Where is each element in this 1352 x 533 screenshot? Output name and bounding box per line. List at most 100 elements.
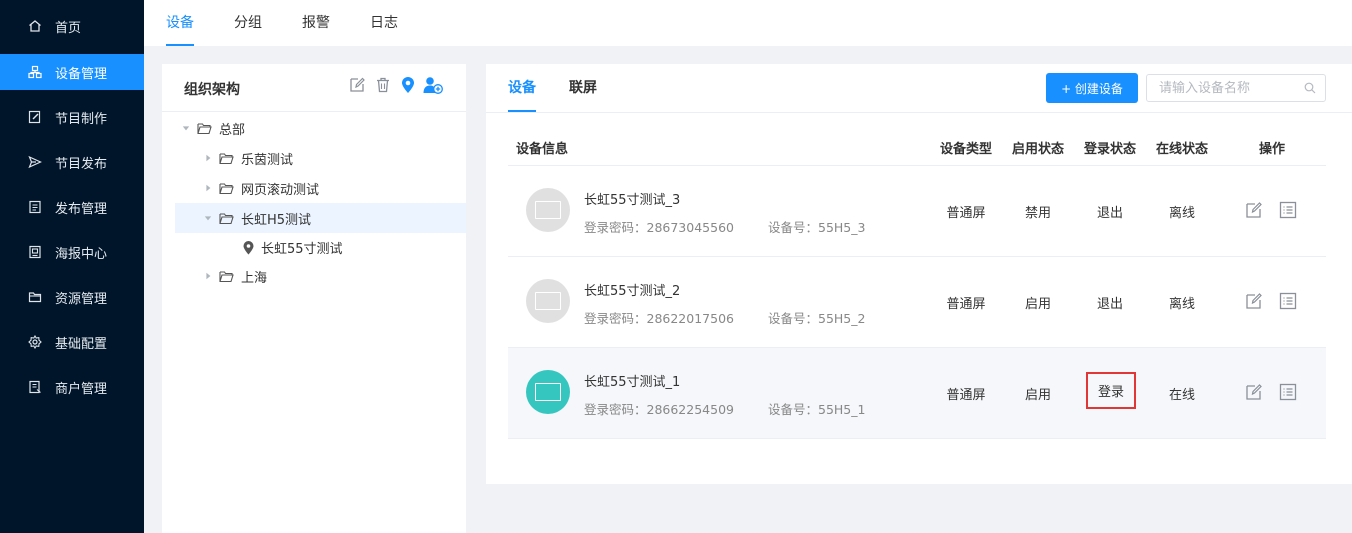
sidebar-item-publish-manage[interactable]: 发布管理: [0, 189, 144, 225]
device-avatar: [526, 279, 570, 323]
sidebar-item-merchants[interactable]: 商户管理: [0, 369, 144, 405]
divider: [486, 112, 1352, 113]
tree-node-label: 长虹H5测试: [241, 212, 312, 228]
sidebar-item-program-create[interactable]: 节目制作: [0, 99, 144, 135]
column-header-type: 设备类型: [940, 142, 993, 157]
caret-down-icon[interactable]: [181, 123, 191, 133]
sidebar-item-basic-config[interactable]: 基础配置: [0, 324, 144, 360]
subtab-devices[interactable]: 设备: [508, 64, 536, 112]
org-panel: 组织架构 总部 乐茵测试 网页滚动测试 长虹H5测试 长虹55寸测试 上海: [162, 64, 466, 533]
sidebar-item-label: 节目制作: [55, 111, 108, 127]
device-type: 普通屏: [946, 388, 986, 403]
column-header-enable: 启用状态: [1012, 142, 1065, 157]
edit-icon[interactable]: [1244, 291, 1264, 311]
enable-status: 启用: [1024, 388, 1051, 403]
sidebar-item-resources[interactable]: 资源管理: [0, 279, 144, 315]
sidebar-item-program-publish[interactable]: 节目发布: [0, 144, 144, 180]
device-password: 登录密码：28673045560: [584, 220, 734, 235]
sidebar-item-label: 资源管理: [55, 291, 108, 307]
tree-node-label: 乐茵测试: [241, 152, 294, 168]
enable-status: 启用: [1024, 297, 1051, 312]
login-status: 退出: [1096, 297, 1123, 312]
online-status: 在线: [1168, 388, 1195, 403]
edit-icon: [28, 110, 42, 124]
caret-right-icon[interactable]: [203, 183, 213, 193]
online-status: 离线: [1168, 297, 1195, 312]
column-header-online: 在线状态: [1156, 142, 1209, 157]
search-icon[interactable]: [1304, 82, 1316, 94]
tab-groups[interactable]: 分组: [234, 0, 262, 46]
tree-node-label: 总部: [219, 122, 246, 138]
caret-right-icon[interactable]: [203, 271, 213, 281]
device-panel: 设备 联屏 + 创建设备 设备信息 设备类型 启用状态 登录状态 在线状态 操作…: [486, 64, 1352, 484]
sidebar-item-label: 设备管理: [55, 66, 108, 82]
details-icon[interactable]: [1278, 382, 1298, 402]
device-password: 登录密码：28662254509: [584, 402, 734, 417]
column-header-login: 登录状态: [1084, 142, 1137, 157]
location-pin-icon: [242, 240, 255, 255]
subtab-video-wall[interactable]: 联屏: [569, 64, 597, 112]
create-device-button[interactable]: + 创建设备: [1046, 73, 1138, 103]
caret-right-icon[interactable]: [203, 153, 213, 163]
details-icon[interactable]: [1278, 200, 1298, 220]
sidebar-item-label: 发布管理: [55, 201, 108, 217]
org-header: 组织架构: [162, 64, 466, 112]
merchant-icon: [28, 380, 42, 394]
tree-node-hq[interactable]: 总部: [175, 113, 466, 143]
add-user-icon[interactable]: [423, 76, 443, 94]
online-status: 离线: [1168, 206, 1195, 221]
details-icon[interactable]: [1278, 291, 1298, 311]
edit-icon[interactable]: [1244, 382, 1264, 402]
screen-icon: [535, 201, 561, 219]
top-tab-bar: 设备 分组 报警 日志: [144, 0, 1352, 46]
sidebar-item-devices[interactable]: 设备管理: [0, 54, 144, 90]
sidebar-item-label: 节目发布: [55, 156, 108, 172]
tree-node-label: 长虹55寸测试: [261, 241, 343, 257]
devices-icon: [28, 65, 42, 79]
tree-node-shanghai[interactable]: 上海: [175, 261, 466, 291]
column-header-info: 设备信息: [516, 142, 569, 157]
device-avatar: [526, 370, 570, 414]
screen-icon: [535, 383, 561, 401]
edit-icon[interactable]: [1244, 200, 1264, 220]
sidebar-item-home[interactable]: 首页: [0, 8, 144, 44]
sidebar-item-label: 海报中心: [55, 246, 108, 262]
tree-node-changhong-55[interactable]: 长虹55寸测试: [175, 232, 466, 262]
gear-icon: [28, 335, 42, 349]
folder-open-icon: [197, 122, 212, 135]
sidebar-item-label: 首页: [55, 20, 82, 36]
sidebar-item-label: 商户管理: [55, 381, 108, 397]
tree-node-web-scroll[interactable]: 网页滚动测试: [175, 173, 466, 203]
folder-open-icon: [219, 152, 234, 165]
device-number: 设备号：55H5_2: [768, 311, 866, 326]
tree-node-changhong-h5[interactable]: 长虹H5测试: [175, 203, 466, 233]
sidebar-item-label: 基础配置: [55, 336, 108, 352]
table-row[interactable]: 长虹55寸测试_1 登录密码：28662254509 设备号：55H5_1 普通…: [508, 348, 1326, 439]
tab-alarms[interactable]: 报警: [302, 0, 330, 46]
login-status: 退出: [1096, 206, 1123, 221]
table-row[interactable]: 长虹55寸测试_2 登录密码：28622017506 设备号：55H5_2 普通…: [508, 257, 1326, 348]
tree-node-leyin[interactable]: 乐茵测试: [175, 143, 466, 173]
device-name: 长虹55寸测试_3: [584, 193, 681, 208]
delete-icon[interactable]: [374, 76, 392, 94]
column-header-actions: 操作: [1259, 142, 1286, 157]
folder-icon: [28, 290, 42, 304]
tree-node-label: 网页滚动测试: [241, 182, 320, 198]
caret-down-icon[interactable]: [203, 213, 213, 223]
device-password: 登录密码：28622017506: [584, 311, 734, 326]
search-input[interactable]: [1147, 75, 1297, 101]
device-name: 长虹55寸测试_2: [584, 284, 681, 299]
table-row[interactable]: 长虹55寸测试_3 登录密码：28673045560 设备号：55H5_3 普通…: [508, 166, 1326, 257]
location-icon[interactable]: [399, 76, 417, 94]
device-number: 设备号：55H5_1: [768, 402, 866, 417]
sidebar: 首页 设备管理 节目制作 节目发布 发布管理 海报中心 资源管理 基础配置 商户…: [0, 0, 144, 533]
device-type: 普通屏: [946, 297, 986, 312]
home-icon: [28, 19, 42, 33]
edit-icon[interactable]: [348, 76, 366, 94]
login-status: 登录: [1086, 372, 1136, 409]
sidebar-item-poster-center[interactable]: 海报中心: [0, 234, 144, 270]
folder-open-icon: [219, 212, 234, 225]
tab-logs[interactable]: 日志: [370, 0, 398, 46]
tab-devices[interactable]: 设备: [166, 0, 194, 46]
enable-status: 禁用: [1024, 206, 1051, 221]
